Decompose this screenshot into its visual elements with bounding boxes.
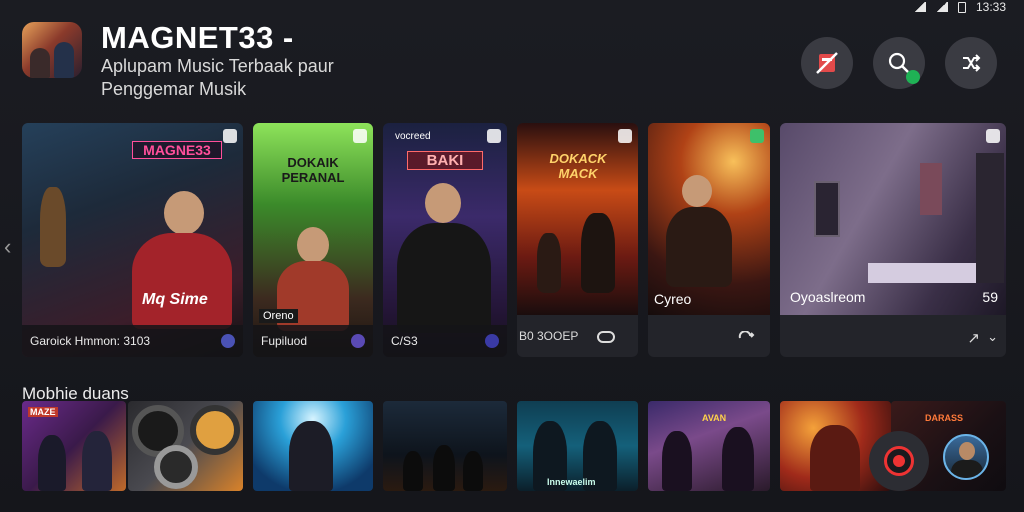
featured-card[interactable]: Oyoaslreom 59 ↗ ⌄ [780,123,1006,357]
thumb-sign: MAZE [28,407,58,417]
record-icon [884,446,914,476]
card-menu-icon[interactable] [353,129,367,143]
video-thumbnail[interactable] [253,401,373,491]
card-caption-text: Fupiluod [261,334,308,348]
status-bar: 13:33 [913,0,1006,14]
notification-dot [906,70,920,84]
video-thumbnail[interactable]: Innewaelim [517,401,638,491]
card-tag: Oreno [259,309,298,323]
card-caption-text: B0 3OOEP [519,329,579,343]
featured-card[interactable]: MAGNE33 Mq Sime Garoick Hmmon: 3103 [22,123,243,357]
app-logo [22,22,82,78]
card-caption: Fupiluod [253,325,373,357]
card-badge-icon [485,334,499,348]
thumb-sign: Innewaelim [547,477,596,487]
featured-card[interactable]: Cyreo [648,123,770,357]
chevron-down-icon[interactable]: ⌄ [987,329,998,345]
shuffle-icon [963,54,981,72]
avatar[interactable] [943,434,989,480]
card-neon-sign: MAGNE33 [132,141,222,159]
repost-icon[interactable] [597,331,615,343]
page-title: MAGNET33 - [101,20,294,55]
card-small-header: vocreed [395,131,431,142]
status-time: 13:33 [975,0,1006,14]
shuffle-button[interactable] [945,37,997,89]
card-badge-icon [351,334,365,348]
card-overlay-text: Oyoaslreom [790,289,866,305]
card-overlay-text: Cyreo [654,291,692,307]
card-badge-icon [221,334,235,348]
featured-card[interactable]: DOKACK MACK B0 3OOEP [517,123,638,357]
card-overlay-number: 59 [982,289,998,305]
thumb-sign: AVAN [702,413,727,423]
no-ads-icon [816,52,838,74]
video-thumbnail[interactable]: MAZE [22,401,126,491]
featured-card[interactable]: vocreed BAKI C/S3 [383,123,507,357]
carousel-prev-arrow[interactable]: ‹ [4,234,11,260]
repost-icon[interactable] [738,331,756,345]
card-title: DOKACK MACK [549,151,607,181]
record-button[interactable] [869,431,929,491]
video-thumbnail[interactable] [383,401,507,491]
card-caption: C/S3 [383,325,507,357]
card-caption: Garoick Hmmon: 3103 [22,325,243,357]
search-button[interactable] [873,37,925,89]
card-neon-sign: BAKI [407,151,483,170]
video-thumbnail[interactable] [128,401,243,491]
battery-icon [957,1,966,13]
page-subtitle: Aplupam Music Terbaak paur Penggemar Mus… [101,56,334,99]
share-icon[interactable]: ↗ [967,329,980,347]
thumb-sign: DARASS [925,413,964,423]
card-menu-icon[interactable] [618,129,632,143]
video-thumbnail[interactable]: AVAN [648,401,770,491]
card-menu-icon[interactable] [487,129,501,143]
card-signature: Mq Sime [142,291,208,308]
card-caption-text: C/S3 [391,334,418,348]
signal-icon-2 [935,2,948,12]
no-ads-button[interactable] [801,37,853,89]
signal-icon [913,2,926,12]
card-menu-icon[interactable] [986,129,1000,143]
card-menu-icon[interactable] [750,129,764,143]
card-title: DOKAIK PERANAL [281,155,345,185]
card-menu-icon[interactable] [223,129,237,143]
featured-card[interactable]: DOKAIK PERANAL Oreno Fupiluod [253,123,373,357]
card-caption-text: Garoick Hmmon: 3103 [30,334,151,348]
